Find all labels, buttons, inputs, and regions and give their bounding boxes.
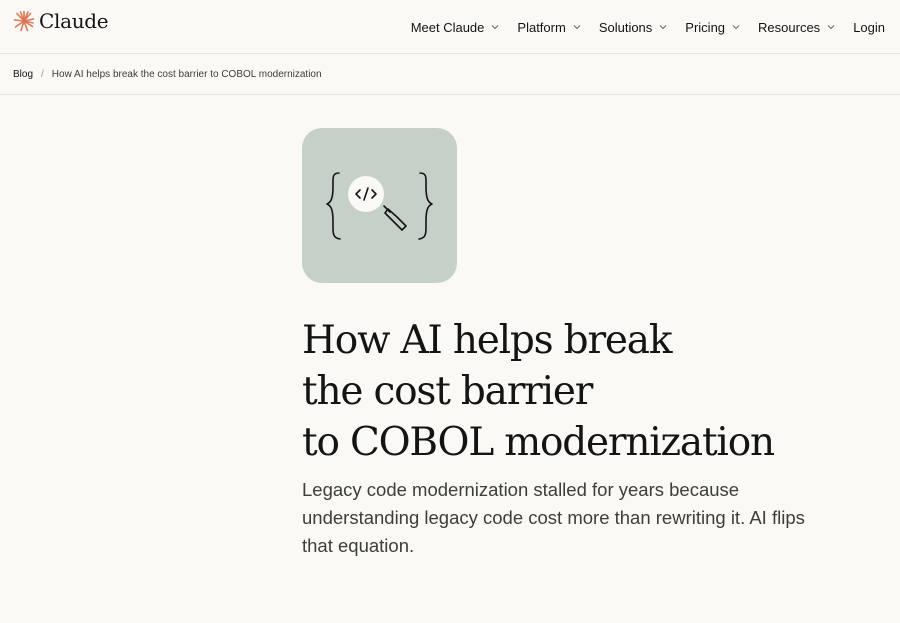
nav-item-label: Meet Claude bbox=[410, 19, 485, 35]
nav-item-label: Pricing bbox=[685, 19, 726, 35]
chevron-down-icon bbox=[827, 25, 835, 30]
chevron-down-icon bbox=[659, 25, 667, 30]
chevron-down-icon bbox=[492, 25, 499, 30]
breadcrumb: Blog / How AI helps break the cost barri… bbox=[0, 55, 900, 95]
claude-starburst-icon bbox=[13, 10, 35, 32]
primary-nav: Meet Claude Platform Solutions Pricing R… bbox=[411, 0, 885, 54]
nav-item-resources[interactable]: Resources bbox=[758, 20, 835, 35]
top-navigation: Claude Meet Claude Platform Solutions Pr… bbox=[0, 0, 900, 54]
article-title-line: the cost barrier bbox=[302, 369, 593, 414]
code-magnifier-icon bbox=[326, 172, 433, 240]
nav-item-solutions[interactable]: Solutions bbox=[599, 20, 667, 35]
breadcrumb-blog-link[interactable]: Blog bbox=[13, 69, 33, 80]
nav-item-platform[interactable]: Platform bbox=[517, 19, 581, 35]
claude-logo[interactable]: Claude bbox=[13, 9, 109, 33]
chevron-down-icon bbox=[732, 25, 740, 30]
breadcrumb-separator: / bbox=[41, 69, 44, 80]
nav-item-label: Solutions bbox=[598, 19, 653, 35]
hero-illustration bbox=[302, 128, 457, 283]
nav-item-login[interactable]: Login bbox=[853, 20, 885, 35]
nav-item-pricing[interactable]: Pricing bbox=[685, 20, 740, 35]
nav-item-label: Resources bbox=[758, 19, 821, 35]
breadcrumb-current: How AI helps break the cost barrier to C… bbox=[51, 69, 322, 80]
article-title-line: to COBOL modernization bbox=[302, 420, 775, 465]
nav-item-label: Login bbox=[853, 19, 885, 35]
brand-name: Claude bbox=[39, 9, 109, 33]
nav-item-meet-claude[interactable]: Meet Claude bbox=[411, 20, 500, 35]
article-title-line: How AI helps break bbox=[302, 318, 672, 363]
article-title: How AI helps break the cost barrier to C… bbox=[302, 315, 862, 468]
article-subtitle: Legacy code modernization stalled for ye… bbox=[302, 479, 805, 556]
chevron-down-icon bbox=[573, 25, 581, 30]
nav-item-label: Platform bbox=[517, 19, 566, 35]
